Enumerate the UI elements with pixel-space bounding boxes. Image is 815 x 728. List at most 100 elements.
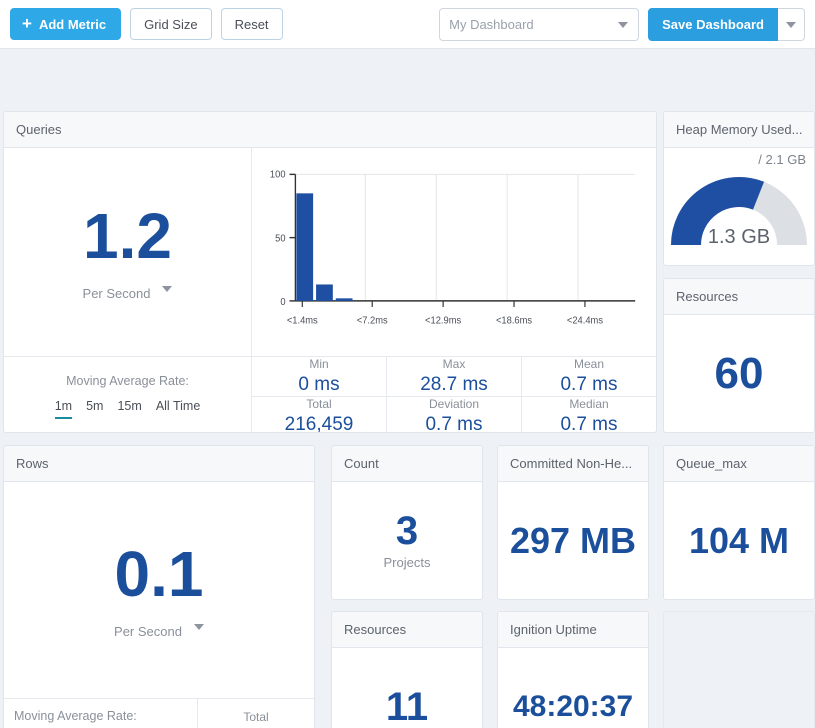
queries-rate-value: 1.2 [83,204,172,268]
y-tick-50: 50 [275,234,285,245]
queries-rate-unit-row[interactable]: Per Second [83,277,173,301]
rows-rate-value: 0.1 [115,542,204,606]
x-tick-0: <1.4ms [287,315,318,326]
panel-resources-right-title: Resources [664,279,814,315]
rows-rate-cell: 0.1 Per Second [4,482,314,698]
stats-row: Min 0 ms Max 28.7 ms Mean 0.7 ms [252,357,656,396]
histogram-bars [296,193,352,301]
panel-resources-right: Resources 60 [663,278,815,433]
committed-non-heap-block: 297 MB [498,482,648,599]
count-block: 3 Projects [332,482,482,599]
stat-max: Max 28.7 ms [386,357,521,396]
resources-right-block: 60 [664,315,814,432]
queries-top-row: 1.2 Per Second [4,148,656,356]
panel-committed-non-heap-title: Committed Non-He... [498,446,648,482]
dashboard-select[interactable]: My Dashboard [439,8,639,41]
reset-button[interactable]: Reset [221,8,283,40]
panel-rows-title: Rows [4,446,314,482]
stat-max-value: 28.7 ms [420,374,488,396]
queries-rate-cell: 1.2 Per Second [4,148,252,356]
resources-secondary-block: 11 [332,648,482,728]
queries-stats-table: Min 0 ms Max 28.7 ms Mean 0.7 ms [252,357,656,433]
dashboard-select-value: My Dashboard [449,17,534,32]
rows-bottom-row: Moving Average Rate: 1m5m15mAll Time Tot… [4,698,314,728]
stat-total-label: Total [306,397,331,411]
stat-min-value: 0 ms [298,374,339,396]
dashboard-toolbar: + Add Metric Grid Size Reset My Dashboar… [0,0,815,49]
stat-median-value: 0.7 ms [560,414,617,433]
panel-queue-max: Queue_max 104 M [663,445,815,600]
x-tick-4: <24.4ms [567,315,603,326]
heap-memory-gauge: / 2.1 GB 1.3 GB [664,148,814,265]
plus-icon: + [22,15,32,32]
queries-moving-average-tab-1m[interactable]: 1m [55,399,72,419]
panel-rows: Rows 0.1 Per Second Moving Average Rate:… [3,445,315,728]
y-tick-0: 0 [280,297,285,308]
chevron-down-icon [786,22,796,28]
queries-moving-average-tab-5m[interactable]: 5m [86,399,103,419]
stat-mean: Mean 0.7 ms [521,357,656,396]
toolbar-right-group: My Dashboard Save Dashboard [439,8,805,41]
panel-queue-max-title: Queue_max [664,446,814,482]
dashboard-grid: Queries 1.2 Per Second [0,49,815,728]
rows-rate-unit: Per Second [114,624,182,639]
x-tick-1: <7.2ms [357,315,388,326]
x-tick-2: <12.9ms [425,315,461,326]
queue-max-value: 104 M [689,523,789,559]
chevron-down-icon [618,22,628,28]
panel-heap-memory: Heap Memory Used... / 2.1 GB 1.3 GB [663,111,815,266]
queries-moving-average-tabs: 1m 5m 15m All Time [55,399,201,419]
chevron-down-icon[interactable] [162,286,172,292]
ignition-uptime-block: 48:20:37 [498,648,648,728]
save-dashboard-group: Save Dashboard [648,8,805,41]
panel-resources-secondary: Resources 11 [331,611,483,728]
save-dashboard-button[interactable]: Save Dashboard [648,8,778,41]
count-unit: Projects [384,555,431,570]
queries-bottom-row: Moving Average Rate: 1m 5m 15m All Time Min… [4,356,656,433]
queue-max-block: 104 M [664,482,814,599]
grid-size-button[interactable]: Grid Size [130,8,211,40]
stat-deviation-label: Deviation [429,397,479,411]
chevron-down-icon[interactable] [194,624,204,630]
rows-moving-average: Moving Average Rate: 1m5m15mAll Time [4,699,198,728]
count-value: 3 [396,511,418,551]
panel-queries: Queries 1.2 Per Second [3,111,657,433]
ignition-uptime-value: 48:20:37 [513,692,633,722]
y-tick-100: 100 [270,169,286,180]
panel-ignition-uptime: Ignition Uptime 48:20:37 [497,611,649,728]
add-metric-button[interactable]: + Add Metric [10,8,121,40]
x-tick-3: <18.6ms [496,315,532,326]
histogram-svg: 100 50 0 <1.4ms <7.2ms <12.9ms <18.6ms <… [256,156,646,356]
gauge-value-label: 1.3 GB [708,226,770,249]
panel-count-title: Count [332,446,482,482]
stat-min: Min 0 ms [252,357,386,396]
rows-total-label: Total [243,710,268,724]
gauge-max-label: / 2.1 GB [758,152,806,167]
stat-deviation-value: 0.7 ms [425,414,482,433]
grid-size-label: Grid Size [144,17,197,32]
stat-total: Total 216,459 [252,397,386,433]
stat-deviation: Deviation 0.7 ms [386,397,521,433]
stat-median-label: Median [569,397,608,411]
panel-resources-secondary-title: Resources [332,612,482,648]
queries-moving-average-tab-all-time[interactable]: All Time [156,399,200,419]
queries-rate-unit: Per Second [83,286,151,301]
resources-right-value: 60 [715,352,764,396]
panel-committed-non-heap: Committed Non-He... 297 MB [497,445,649,600]
save-dashboard-label: Save Dashboard [662,17,764,32]
queries-histogram-chart: 100 50 0 <1.4ms <7.2ms <12.9ms <18.6ms <… [252,148,656,356]
save-dashboard-dropdown-button[interactable] [778,8,805,41]
committed-non-heap-value: 297 MB [510,523,636,559]
rows-rate-block: 0.1 Per Second [4,542,314,639]
queries-rate-block: 1.2 Per Second [4,204,251,301]
rows-rate-unit-row[interactable]: Per Second [114,615,204,639]
panel-count: Count 3 Projects [331,445,483,600]
queries-moving-average-label: Moving Average Rate: [66,374,189,388]
queries-moving-average-tab-15m[interactable]: 15m [117,399,141,419]
stats-row: Total 216,459 Deviation 0.7 ms Median 0.… [252,396,656,433]
panel-ignition-uptime-title: Ignition Uptime [498,612,648,648]
panel-queries-title: Queries [4,112,656,148]
panel-empty-slot[interactable] [663,611,815,728]
panel-heap-memory-title: Heap Memory Used... [664,112,814,148]
stat-mean-value: 0.7 ms [560,374,617,396]
